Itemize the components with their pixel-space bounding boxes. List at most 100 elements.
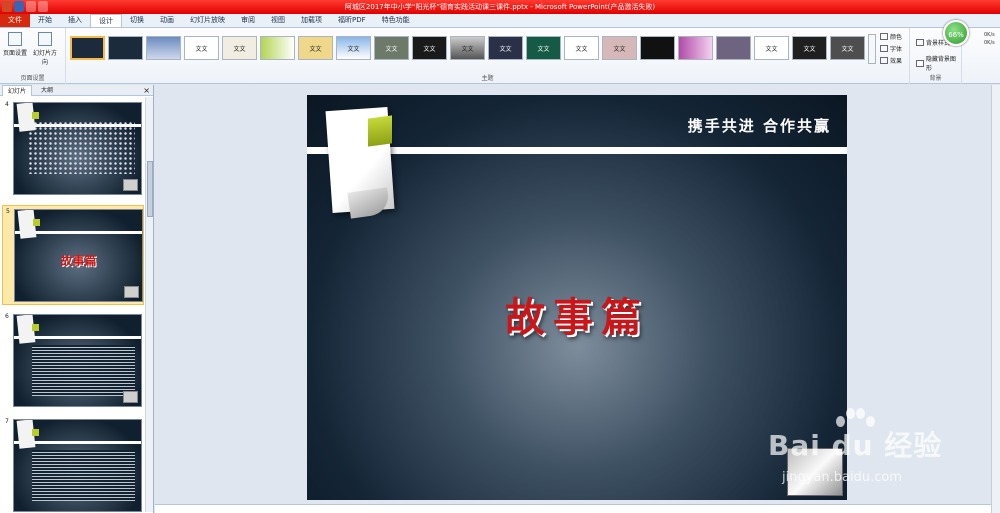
- fonts-menu[interactable]: 字体: [880, 44, 902, 53]
- effects-menu[interactable]: 效果: [880, 56, 902, 65]
- theme-text: 文文: [233, 45, 246, 53]
- theme-item[interactable]: 文文: [602, 36, 637, 60]
- thumb-tag: [32, 324, 39, 331]
- slide-preview: [13, 314, 142, 407]
- green-tag-decoration: [368, 115, 392, 147]
- thumb-logo: [123, 179, 138, 191]
- tab-foxit-pdf[interactable]: 福昕PDF: [330, 14, 374, 27]
- tab-insert[interactable]: 插入: [60, 14, 90, 27]
- theme-text: 文文: [803, 45, 816, 53]
- theme-item[interactable]: 文文: [754, 36, 789, 60]
- theme-item[interactable]: [678, 36, 713, 60]
- thumb-tag: [33, 219, 40, 226]
- theme-item[interactable]: 文文: [526, 36, 561, 60]
- themes-group-label: 主题: [481, 75, 494, 82]
- notes-divider: [155, 504, 991, 513]
- slide-number: 5: [6, 208, 10, 215]
- checkbox-icon: [916, 59, 924, 67]
- tab-slideshow[interactable]: 幻灯片放映: [182, 14, 233, 27]
- tab-animations[interactable]: 动画: [152, 14, 182, 27]
- theme-current[interactable]: [70, 36, 105, 60]
- background-group-label: 背景: [929, 75, 942, 82]
- editor-scrollbar[interactable]: [991, 85, 1000, 513]
- theme-item[interactable]: 文文: [412, 36, 447, 60]
- slide-number: 4: [5, 101, 9, 108]
- theme-text: 文文: [765, 45, 778, 53]
- theme-text: 文文: [575, 45, 588, 53]
- title-bar: 阿城区2017年中小学“阳光杯”德育实践活动课三课件.pptx - Micros…: [0, 0, 1000, 14]
- watermark-url: jingyan.baidu.com: [782, 470, 902, 485]
- tab-home[interactable]: 开始: [30, 14, 60, 27]
- theme-item[interactable]: 文文: [792, 36, 827, 60]
- panel-scroll-thumb[interactable]: [147, 161, 153, 217]
- baidu-watermark: Bai du 经验 jingyan.baidu.com: [752, 408, 952, 498]
- thumb-logo: [123, 391, 138, 403]
- upload-speed: 0K/s: [984, 32, 995, 38]
- page-setup-button[interactable]: 页面设置: [2, 32, 28, 57]
- theme-item[interactable]: 文文: [564, 36, 599, 60]
- slide-orientation-icon: [38, 32, 52, 46]
- page-setup-group: 页面设置 幻灯片方向 页面设置: [0, 28, 66, 84]
- theme-text: 文文: [423, 45, 436, 53]
- slide-preview: 故事篇: [14, 209, 143, 302]
- paper-curl-decoration: [347, 187, 391, 219]
- theme-item[interactable]: 文文: [488, 36, 523, 60]
- theme-item[interactable]: 文文: [374, 36, 409, 60]
- tab-slides[interactable]: 幻灯片: [2, 85, 33, 96]
- panel-tabs: 幻灯片 大纲 ×: [0, 85, 153, 96]
- slide-number: 6: [5, 313, 9, 320]
- colors-menu[interactable]: 颜色: [880, 32, 902, 41]
- theme-item[interactable]: 文文: [336, 36, 371, 60]
- theme-text: 文文: [385, 45, 398, 53]
- theme-item[interactable]: [108, 36, 143, 60]
- speed-ball-badge[interactable]: 66%: [943, 20, 969, 46]
- page-setup-icon: [8, 32, 22, 46]
- theme-item[interactable]: [146, 36, 181, 60]
- tab-addins[interactable]: 加载项: [293, 14, 330, 27]
- slide-thumbnail[interactable]: 4: [2, 99, 144, 198]
- theme-gallery-scroll[interactable]: [868, 34, 876, 64]
- thumb-logo: [124, 286, 139, 298]
- themes-group: 文文 文文 文文 文文 文文 文文 文文 文文 文文 文文 文文 文文 文文 文…: [66, 28, 910, 84]
- tab-file[interactable]: 文件: [0, 14, 30, 27]
- tab-view[interactable]: 视图: [263, 14, 293, 27]
- theme-text: 文文: [461, 45, 474, 53]
- slide-preview: [13, 419, 142, 512]
- background-styles-icon: [916, 39, 924, 46]
- theme-item[interactable]: [716, 36, 751, 60]
- theme-text: 文文: [841, 45, 854, 53]
- tab-review[interactable]: 审阅: [233, 14, 263, 27]
- theme-item[interactable]: 文文: [222, 36, 257, 60]
- theme-text: 文文: [537, 45, 550, 53]
- theme-text: 文文: [309, 45, 322, 53]
- theme-item[interactable]: 文文: [450, 36, 485, 60]
- tab-special[interactable]: 特色功能: [374, 14, 418, 27]
- slide-orientation-label: 幻灯片方向: [32, 50, 57, 66]
- page-setup-label: 页面设置: [2, 50, 27, 57]
- theme-item[interactable]: 文文: [830, 36, 865, 60]
- hide-background-checkbox[interactable]: 隐藏背景图形: [916, 54, 961, 72]
- theme-text: 文文: [347, 45, 360, 53]
- slide-thumbnail[interactable]: 6: [2, 311, 144, 410]
- slide-header-text[interactable]: 携手共进 合作共赢: [688, 115, 831, 136]
- tab-design[interactable]: 设计: [90, 14, 122, 27]
- panel-scrollbar[interactable]: [145, 97, 153, 512]
- thumb-title: 故事篇: [60, 254, 97, 268]
- slide-orientation-button[interactable]: 幻灯片方向: [32, 32, 58, 66]
- thumb-content: [32, 450, 135, 501]
- theme-item[interactable]: [640, 36, 675, 60]
- colors-label: 颜色: [890, 34, 903, 41]
- theme-item[interactable]: 文文: [298, 36, 333, 60]
- slide-thumbnail[interactable]: 7: [2, 416, 144, 512]
- slide-title[interactable]: 故事篇: [307, 285, 847, 343]
- theme-item[interactable]: [260, 36, 295, 60]
- thumb-tag: [32, 429, 39, 436]
- slide-preview: [13, 102, 142, 195]
- close-icon[interactable]: ×: [143, 85, 150, 96]
- tab-outline[interactable]: 大纲: [36, 85, 58, 96]
- slide-thumbnail-selected[interactable]: 5 故事篇: [2, 205, 144, 305]
- theme-item[interactable]: 文文: [184, 36, 219, 60]
- download-speed: 0K/s: [984, 40, 995, 46]
- tab-transitions[interactable]: 切换: [122, 14, 152, 27]
- fonts-label: 字体: [890, 46, 903, 53]
